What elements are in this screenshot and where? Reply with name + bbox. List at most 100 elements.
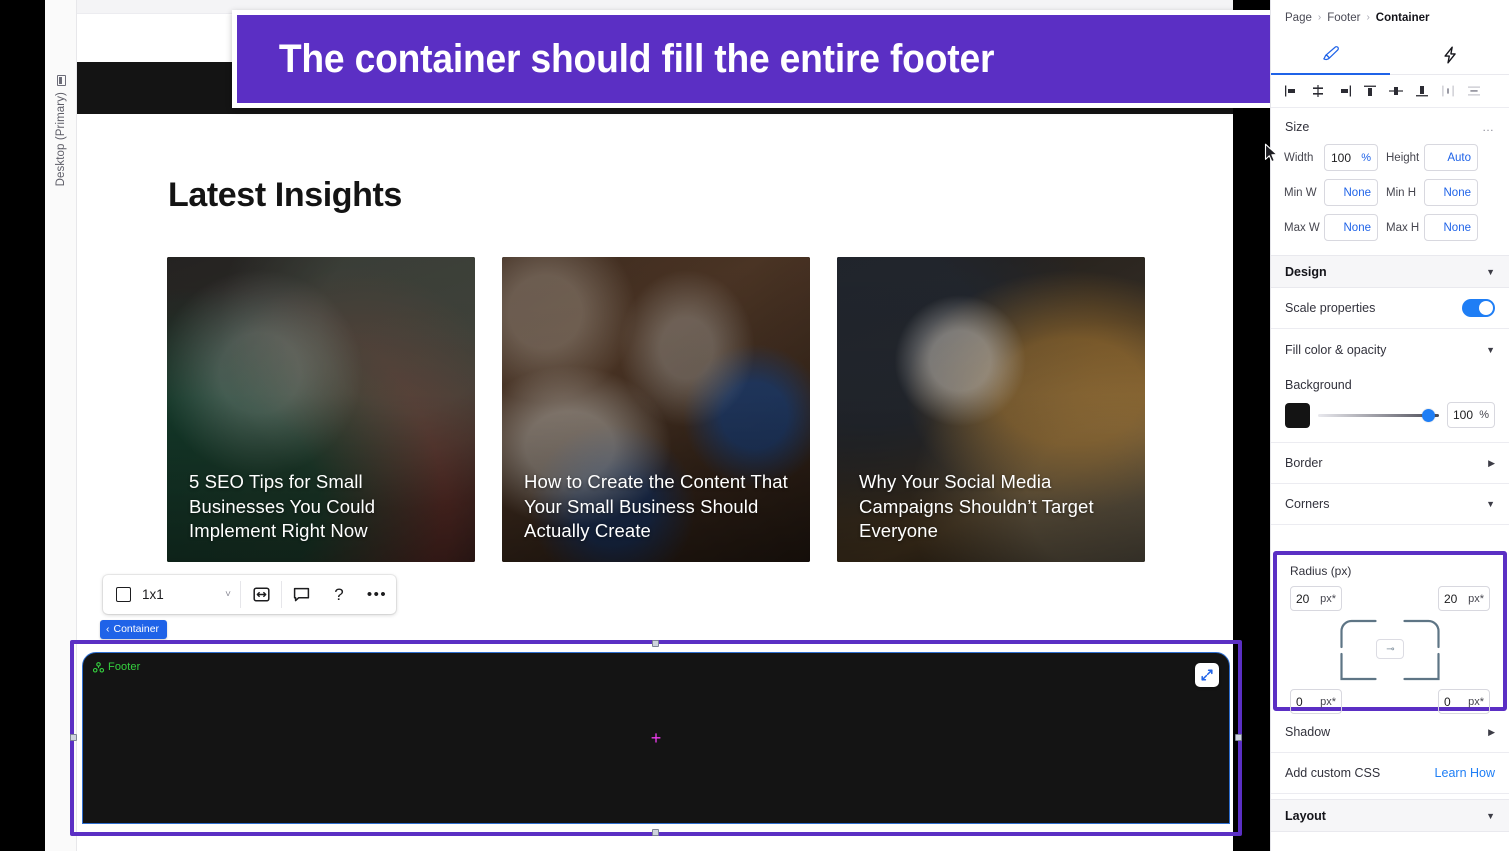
align-right-icon[interactable] [1331,79,1357,103]
chevron-down-icon: ˅ [225,589,231,600]
help-button[interactable]: ? [320,575,358,614]
scale-properties-toggle[interactable] [1462,299,1495,317]
comment-button[interactable] [282,575,320,614]
insights-card-list: 5 SEO Tips for Small Businesses You Coul… [167,257,1233,562]
footer-label[interactable]: Footer [93,661,140,673]
scale-properties-row[interactable]: Scale properties [1271,288,1509,329]
footer-container[interactable]: Footer + [82,652,1230,824]
more-options-button[interactable]: ••• [358,575,396,614]
breadcrumb-item-footer[interactable]: Footer [1327,12,1360,24]
breadcrumb-item-container[interactable]: Container [1376,12,1430,24]
aspect-ratio-value: 1x1 [142,587,164,602]
distribute-vertical-icon[interactable] [1461,79,1487,103]
tab-interactions[interactable] [1390,35,1509,74]
align-center-horizontal-icon[interactable] [1305,79,1331,103]
align-middle-vertical-icon[interactable] [1383,79,1409,103]
breadcrumb-item-page[interactable]: Page [1285,12,1312,24]
radius-top-right-input[interactable]: 20 px* [1438,586,1490,611]
square-icon [116,587,131,602]
opacity-unit: % [1479,409,1489,421]
design-label: Design [1285,264,1327,279]
device-breakpoint-label[interactable]: Desktop (Primary) [50,26,72,186]
card-item[interactable]: How to Create the Content That Your Smal… [502,257,810,562]
radius-bottom-right-input[interactable]: 0 px* [1438,689,1490,714]
aspect-ratio-select[interactable]: 1x1 ˅ [103,575,240,614]
custom-css-label: Add custom CSS [1285,766,1381,780]
height-label: Height [1386,151,1420,164]
alignment-toolbar [1271,75,1509,108]
width-input[interactable]: 100 % [1324,144,1378,171]
learn-how-link[interactable]: Learn How [1435,766,1495,780]
card-item[interactable]: 5 SEO Tips for Small Businesses You Coul… [167,257,475,562]
footer-label-text: Footer [108,661,141,673]
opacity-value: 100 [1453,408,1474,422]
app-root: Desktop (Primary) Latest Insights 5 SEO … [0,0,1509,851]
lightning-bolt-icon [1443,46,1456,63]
card-title: 5 SEO Tips for Small Businesses You Coul… [189,471,376,542]
opacity-slider[interactable] [1318,406,1439,424]
inspector-panel: Page › Footer › Container Size … Width 1… [1270,0,1509,851]
align-bottom-icon[interactable] [1409,79,1435,103]
design-section-band[interactable]: Design ▼ [1271,255,1509,288]
radius-label: Radius (px) [1290,564,1352,578]
align-left-icon[interactable] [1279,79,1305,103]
shadow-row[interactable]: Shadow ▶ [1271,712,1509,753]
fit-width-button[interactable] [241,575,281,614]
opacity-slider-knob[interactable] [1422,408,1435,422]
annotation-banner: The container should fill the entire foo… [232,10,1277,108]
chevron-down-icon: ▼ [1486,810,1495,821]
radius-bottom-left-value: 0 [1296,694,1303,709]
expand-button[interactable] [1195,663,1219,687]
tab-design[interactable] [1271,35,1390,75]
background-label: Background [1285,378,1352,392]
link-corners-icon[interactable]: ⊸ [1376,639,1404,659]
size-fields: Width 100 % Height Auto Min W None Min H… [1271,140,1509,255]
min-width-input[interactable]: None [1324,179,1378,206]
layout-section-band[interactable]: Layout ▼ [1271,799,1509,832]
fill-color-label: Fill color & opacity [1285,342,1387,357]
opacity-input[interactable]: 100 % [1447,402,1495,428]
radius-bottom-row: 0 px* 0 px* [1290,689,1490,714]
radius-top-row: 20 px* 20 px* [1290,586,1490,611]
width-value: 100 [1331,150,1352,165]
breadcrumb[interactable]: Page › Footer › Container [1271,0,1509,35]
selection-handle-top[interactable] [652,640,659,647]
chevron-down-icon: ▼ [1486,499,1495,509]
custom-css-row[interactable]: Add custom CSS Learn How [1271,753,1509,794]
chevron-down-icon: ▼ [1486,266,1495,277]
size-row-max: Max W None Max H None [1284,214,1496,241]
radius-bottom-left-input[interactable]: 0 px* [1290,689,1342,714]
background-color-swatch[interactable] [1285,402,1310,428]
distribute-horizontal-icon[interactable] [1435,79,1461,103]
size-more-icon[interactable]: … [1482,120,1495,134]
size-row-width: Width 100 % Height Auto [1284,144,1496,171]
align-top-icon[interactable] [1357,79,1383,103]
radius-unit: px* [1320,592,1336,605]
selection-handle-bottom[interactable] [652,829,659,836]
chevron-down-icon: ▼ [1486,344,1495,355]
radius-top-left-value: 20 [1296,591,1310,606]
min-height-input[interactable]: None [1424,179,1478,206]
max-height-label: Max H [1386,221,1420,234]
max-height-input[interactable]: None [1424,214,1478,241]
radius-section-highlight: Radius (px) 20 px* 20 px* ⊸ 0 px* 0 px* [1273,551,1507,714]
corners-row[interactable]: Corners ▼ [1271,484,1509,525]
radius-bottom-right-value: 0 [1444,694,1451,709]
max-height-value: None [1443,221,1472,234]
card-item[interactable]: Why Your Social Media Campaigns Shouldn’… [837,257,1145,562]
breadcrumb-separator: › [1317,12,1322,23]
radius-top-left-input[interactable]: 20 px* [1290,586,1342,611]
radius-unit: px* [1320,695,1336,708]
parent-breadcrumb-pill[interactable]: ‹ Container [100,620,168,639]
width-unit[interactable]: % [1361,152,1371,164]
selection-handle-right[interactable] [1235,734,1242,741]
footer-selection-highlight[interactable]: Footer + [70,640,1242,836]
max-width-input[interactable]: None [1324,214,1378,241]
fill-color-row[interactable]: Fill color & opacity ▼ [1271,329,1509,370]
element-toolbar[interactable]: 1x1 ˅ ? ••• [103,575,396,614]
radius-top-right-value: 20 [1444,591,1458,606]
border-row[interactable]: Border ▶ [1271,443,1509,484]
height-input[interactable]: Auto [1424,144,1478,171]
selection-handle-left[interactable] [70,734,77,741]
expand-diagonal-icon [1201,669,1213,681]
